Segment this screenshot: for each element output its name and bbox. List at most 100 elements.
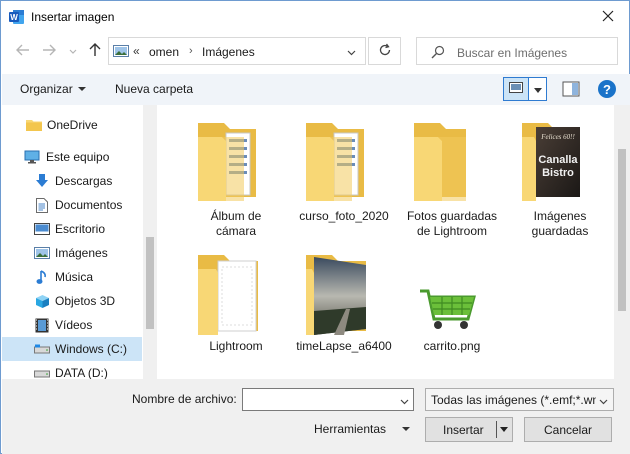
sidebar-item-label: OneDrive [47,118,98,132]
window-title: Insertar imagen [31,10,115,24]
file-type-select[interactable]: Todas las imágenes (*.emf;*.wmf [425,388,614,411]
sidebar-item-windows-c[interactable]: Windows (C:) [2,337,142,361]
folder-icon [186,251,286,339]
close-icon [602,10,614,25]
address-overflow[interactable]: « [133,44,140,58]
new-folder-button[interactable]: Nueva carpeta [115,82,193,96]
document-icon [34,197,50,213]
title-bar: W Insertar imagen [1,1,629,32]
sidebar-scrollbar[interactable] [143,105,157,379]
address-bar[interactable]: « omen › Imágenes [108,37,366,65]
search-placeholder: Buscar en Imágenes [457,46,568,60]
sidebar-item-label: Descargas [55,174,113,188]
address-separator[interactable]: › [189,45,193,57]
sidebar-item-data-d[interactable]: DATA (D:) [2,361,142,379]
file-item-album-de-camara[interactable]: Álbum de cámara [186,119,286,238]
pictures-icon [113,45,129,57]
address-segment-omen[interactable]: omen [149,45,179,59]
folder-icon [186,119,286,209]
sidebar-item-videos[interactable]: Vídeos [2,313,142,337]
organize-button[interactable]: Organizar [20,82,73,96]
file-item-lightroom[interactable]: Lightroom [186,251,286,353]
sidebar-item-onedrive[interactable]: OneDrive [2,113,142,137]
sidebar-scroll-thumb[interactable] [146,237,154,329]
search-icon [431,45,445,62]
view-icon [509,82,523,96]
computer-icon [24,149,40,165]
sidebar-item-descargas[interactable]: Descargas [2,169,142,193]
word-icon: W [9,9,25,25]
toolbar: Organizar Nueva carpeta ? [2,74,630,105]
arrow-up-icon [89,42,101,60]
filename-input[interactable] [242,388,414,411]
recent-locations-button[interactable] [63,41,83,61]
insert-button-label: Insertar [443,423,484,437]
download-icon [34,173,50,189]
sidebar-item-este-equipo[interactable]: Este equipo [2,145,142,169]
forward-button[interactable] [39,41,59,61]
search-box[interactable]: Buscar en Imágenes [416,37,618,65]
file-item-label: timeLapse_a6400 [296,339,392,353]
file-item-carrito-png[interactable]: carrito.png [402,251,502,353]
insert-options-caret-icon[interactable] [500,427,508,432]
caret-down-icon[interactable] [402,427,410,431]
chevron-down-icon [599,394,608,408]
refresh-button[interactable] [368,37,401,65]
caret-down-icon [78,87,86,91]
insert-button[interactable]: Insertar [425,417,513,442]
sidebar-item-label: DATA (D:) [55,366,108,379]
file-item-curso-foto-2020[interactable]: curso_foto_2020 [294,119,394,223]
sidebar-item-label: Documentos [55,198,123,212]
file-item-label: curso_foto_2020 [299,209,389,223]
view-options-button[interactable] [529,77,547,101]
folder-icon: Felices 60!! Canalla Bistro [510,119,610,209]
file-item-label: Lightroom [209,339,263,353]
pictures-icon [34,245,50,261]
sidebar-item-documentos[interactable]: Documentos [2,193,142,217]
file-item-label: Imágenes guardadas [531,209,589,238]
drive-icon [34,365,50,379]
cancel-button[interactable]: Cancelar [524,417,612,442]
content-scroll-thumb[interactable] [618,149,626,311]
arrow-left-icon [16,44,30,59]
tools-button[interactable]: Herramientas [314,422,386,436]
address-segment-imagenes[interactable]: Imágenes [202,45,255,59]
desktop-icon [34,221,50,237]
file-item-fotos-guardadas-de-lightroom[interactable]: Fotos guardadas de Lightroom [402,119,502,238]
up-button[interactable] [85,41,105,61]
sidebar-item-label: Imágenes [55,246,108,260]
svg-text:Canalla: Canalla [538,154,578,166]
chevron-down-icon [347,45,356,59]
svg-text:Felices 60!!: Felices 60!! [540,133,575,141]
sidebar-item-objetos-3d[interactable]: Objetos 3D [2,289,142,313]
music-icon [34,269,50,285]
chevron-down-icon[interactable] [400,394,409,408]
navigation-pane: OneDrive Este equipo Descargas Documento… [2,105,157,379]
folder-icon [402,119,502,209]
back-button[interactable] [13,41,33,61]
sidebar-item-musica[interactable]: Música [2,265,142,289]
file-item-imagenes-guardadas[interactable]: Felices 60!! Canalla Bistro Imágenes guar… [510,119,610,238]
drive-icon [34,341,50,357]
file-item-timelapse-a6400[interactable]: timeLapse_a6400 [294,251,394,353]
insert-image-dialog: W Insertar imagen « omen › Imágenes Busc… [0,0,630,454]
help-button[interactable]: ? [598,80,616,98]
sidebar-item-label: Vídeos [55,318,93,332]
preview-pane-button[interactable] [562,81,580,97]
change-view-button[interactable] [503,77,529,101]
split-divider [496,421,497,438]
sidebar-item-label: Windows (C:) [55,342,128,356]
caret-down-icon [533,82,542,96]
close-button[interactable] [593,4,623,30]
svg-text:W: W [10,13,18,22]
sidebar-item-escritorio[interactable]: Escritorio [2,217,142,241]
folder-icon [26,117,42,133]
sidebar-item-label: Escritorio [55,222,106,236]
sidebar-item-label: Objetos 3D [55,294,116,308]
file-item-label: Álbum de cámara [210,209,262,238]
sidebar-item-imagenes[interactable]: Imágenes [2,241,142,265]
filename-label: Nombre de archivo: [132,392,237,406]
cube-icon [34,293,50,309]
content-scrollbar[interactable] [614,105,630,379]
address-history-button[interactable] [341,44,361,60]
